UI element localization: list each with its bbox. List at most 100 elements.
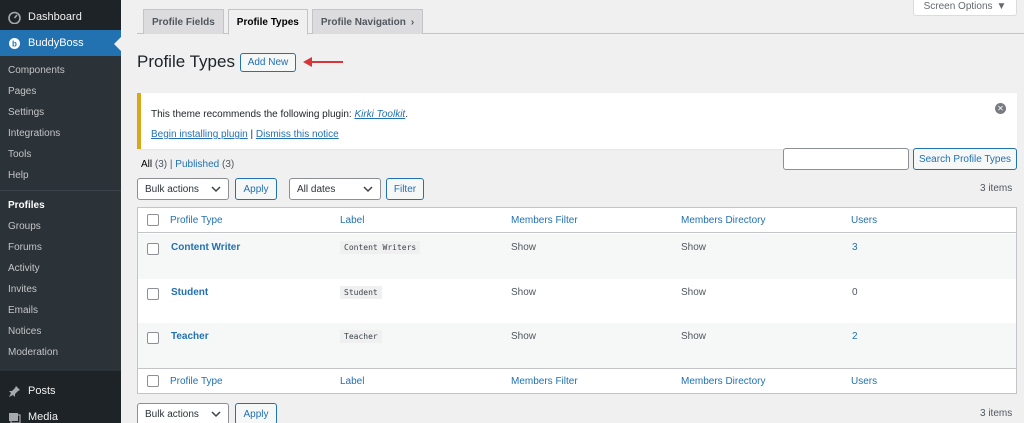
view-published[interactable]: Published	[175, 159, 219, 170]
pin-icon	[7, 384, 21, 398]
filter-button[interactable]: Filter	[386, 178, 424, 200]
nav-tabs: Profile Fields Profile Types Profile Nav…	[143, 9, 427, 35]
row-checkbox[interactable]	[147, 288, 159, 300]
add-new-button[interactable]: Add New	[240, 53, 296, 72]
tab-profile-fields[interactable]: Profile Fields	[143, 9, 224, 34]
members-directory-value: Show	[681, 242, 707, 253]
submenu-moderation[interactable]: Moderation	[8, 347, 58, 359]
submenu-notices[interactable]: Notices	[8, 326, 41, 338]
table-header: Profile Type Label Members Filter Member…	[138, 208, 1016, 233]
submenu-invites[interactable]: Invites	[8, 284, 37, 296]
screen-options-label: Screen Options	[923, 1, 993, 12]
users-count-link[interactable]: 2	[852, 331, 858, 342]
submenu-components[interactable]: Components	[8, 65, 65, 77]
notice-links: Begin installing plugin | Dismiss this n…	[151, 129, 339, 140]
profile-type-link[interactable]: Student	[171, 287, 208, 298]
column-members-directory[interactable]: Members Directory	[681, 215, 765, 226]
menu-media[interactable]: Media	[0, 404, 121, 423]
label-code: Content Writers	[340, 241, 421, 254]
table-row: Teacher Teacher Show Show 2	[138, 323, 1016, 368]
date-filter-value: All dates	[297, 183, 336, 195]
search-profile-types-button[interactable]: Search Profile Types	[913, 148, 1017, 170]
search-input[interactable]	[783, 148, 909, 170]
chevron-down-icon	[211, 411, 221, 418]
submenu-forums[interactable]: Forums	[8, 242, 42, 254]
menu-dashboard-label: Dashboard	[28, 11, 82, 23]
tab-profile-types[interactable]: Profile Types	[227, 9, 308, 35]
submenu-profiles[interactable]: Profiles	[8, 200, 45, 212]
dashboard-icon	[7, 10, 21, 24]
members-filter-value: Show	[511, 287, 537, 298]
plugin-notice: This theme recommends the following plug…	[137, 93, 1017, 149]
row-checkbox[interactable]	[147, 332, 159, 344]
dismiss-notice-link[interactable]: Dismiss this notice	[256, 129, 339, 140]
members-directory-value: Show	[681, 331, 707, 342]
menu-buddyboss-label: BuddyBoss	[28, 37, 84, 49]
page-title: Profile Types	[137, 52, 235, 71]
profile-type-link[interactable]: Teacher	[171, 331, 209, 342]
chevron-down-icon	[363, 186, 373, 193]
submenu-integrations[interactable]: Integrations	[8, 128, 60, 140]
submenu-emails[interactable]: Emails	[8, 305, 38, 317]
plugin-link[interactable]: Kirki Toolkit	[354, 109, 405, 120]
column-users[interactable]: Users	[851, 215, 877, 226]
members-filter-value: Show	[511, 331, 537, 342]
screen-options-button[interactable]: Screen Options ▼	[913, 0, 1017, 16]
submenu-settings[interactable]: Settings	[8, 107, 44, 119]
row-checkbox[interactable]	[147, 243, 159, 255]
tab-profile-navigation[interactable]: Profile Navigation ›	[311, 9, 424, 34]
red-arrow-annotation-icon	[303, 57, 343, 67]
select-all-checkbox-bottom[interactable]	[147, 375, 159, 387]
menu-media-label: Media	[28, 411, 58, 423]
column-profile-type[interactable]: Profile Type	[170, 376, 223, 387]
status-views: All (3) | Published (3)	[141, 159, 234, 170]
column-label[interactable]: Label	[340, 215, 364, 226]
view-all-count: (3)	[154, 159, 168, 170]
members-filter-value: Show	[511, 242, 537, 253]
buddyboss-submenu: Components Pages Settings Integrations T…	[0, 56, 121, 371]
submenu-help[interactable]: Help	[8, 170, 29, 182]
close-icon[interactable]: ✕	[995, 103, 1006, 114]
tab-label: Profile Types	[236, 16, 299, 28]
bulk-actions-value: Bulk actions	[145, 183, 199, 195]
column-profile-type[interactable]: Profile Type	[170, 215, 223, 226]
svg-text:b: b	[12, 39, 17, 48]
chevron-right-icon: ›	[410, 16, 415, 28]
table-row: Content Writer Content Writers Show Show…	[138, 234, 1016, 279]
column-users[interactable]: Users	[851, 376, 877, 387]
apply-button-bottom[interactable]: Apply	[235, 403, 277, 423]
column-members-directory[interactable]: Members Directory	[681, 376, 765, 387]
submenu-groups[interactable]: Groups	[8, 221, 41, 233]
submenu-activity[interactable]: Activity	[8, 263, 40, 275]
items-count-bottom: 3 items	[980, 408, 1013, 419]
column-label[interactable]: Label	[340, 376, 364, 387]
members-directory-value: Show	[681, 287, 707, 298]
menu-posts[interactable]: Posts	[0, 378, 121, 404]
column-members-filter[interactable]: Members Filter	[511, 215, 578, 226]
notice-message: This theme recommends the following plug…	[151, 109, 408, 120]
bulk-actions-select-bottom[interactable]: Bulk actions	[137, 403, 229, 423]
select-all-checkbox[interactable]	[147, 214, 159, 226]
menu-posts-label: Posts	[28, 385, 56, 397]
tab-label: Profile Navigation	[320, 16, 406, 28]
bulk-actions-select-top[interactable]: Bulk actions	[137, 178, 229, 200]
submenu-tools[interactable]: Tools	[8, 149, 31, 161]
table-row: Student Student Show Show 0	[138, 279, 1016, 324]
date-filter-select[interactable]: All dates	[289, 178, 381, 200]
chevron-down-icon	[211, 186, 221, 193]
users-count-link[interactable]: 3	[852, 242, 858, 253]
caret-down-icon: ▼	[996, 1, 1007, 12]
view-all[interactable]: All	[141, 159, 152, 170]
submenu-pages[interactable]: Pages	[8, 86, 36, 98]
buddyboss-icon: b	[7, 36, 21, 50]
begin-installing-link[interactable]: Begin installing plugin	[151, 129, 248, 140]
menu-dashboard[interactable]: Dashboard	[0, 4, 121, 30]
profile-type-link[interactable]: Content Writer	[171, 242, 240, 253]
column-members-filter[interactable]: Members Filter	[511, 376, 578, 387]
bulk-actions-value: Bulk actions	[145, 408, 199, 420]
label-code: Teacher	[340, 330, 382, 343]
table-footer: Profile Type Label Members Filter Member…	[138, 368, 1016, 393]
label-code: Student	[340, 286, 382, 299]
menu-buddyboss[interactable]: b BuddyBoss	[0, 30, 121, 56]
apply-button-top[interactable]: Apply	[235, 178, 277, 200]
